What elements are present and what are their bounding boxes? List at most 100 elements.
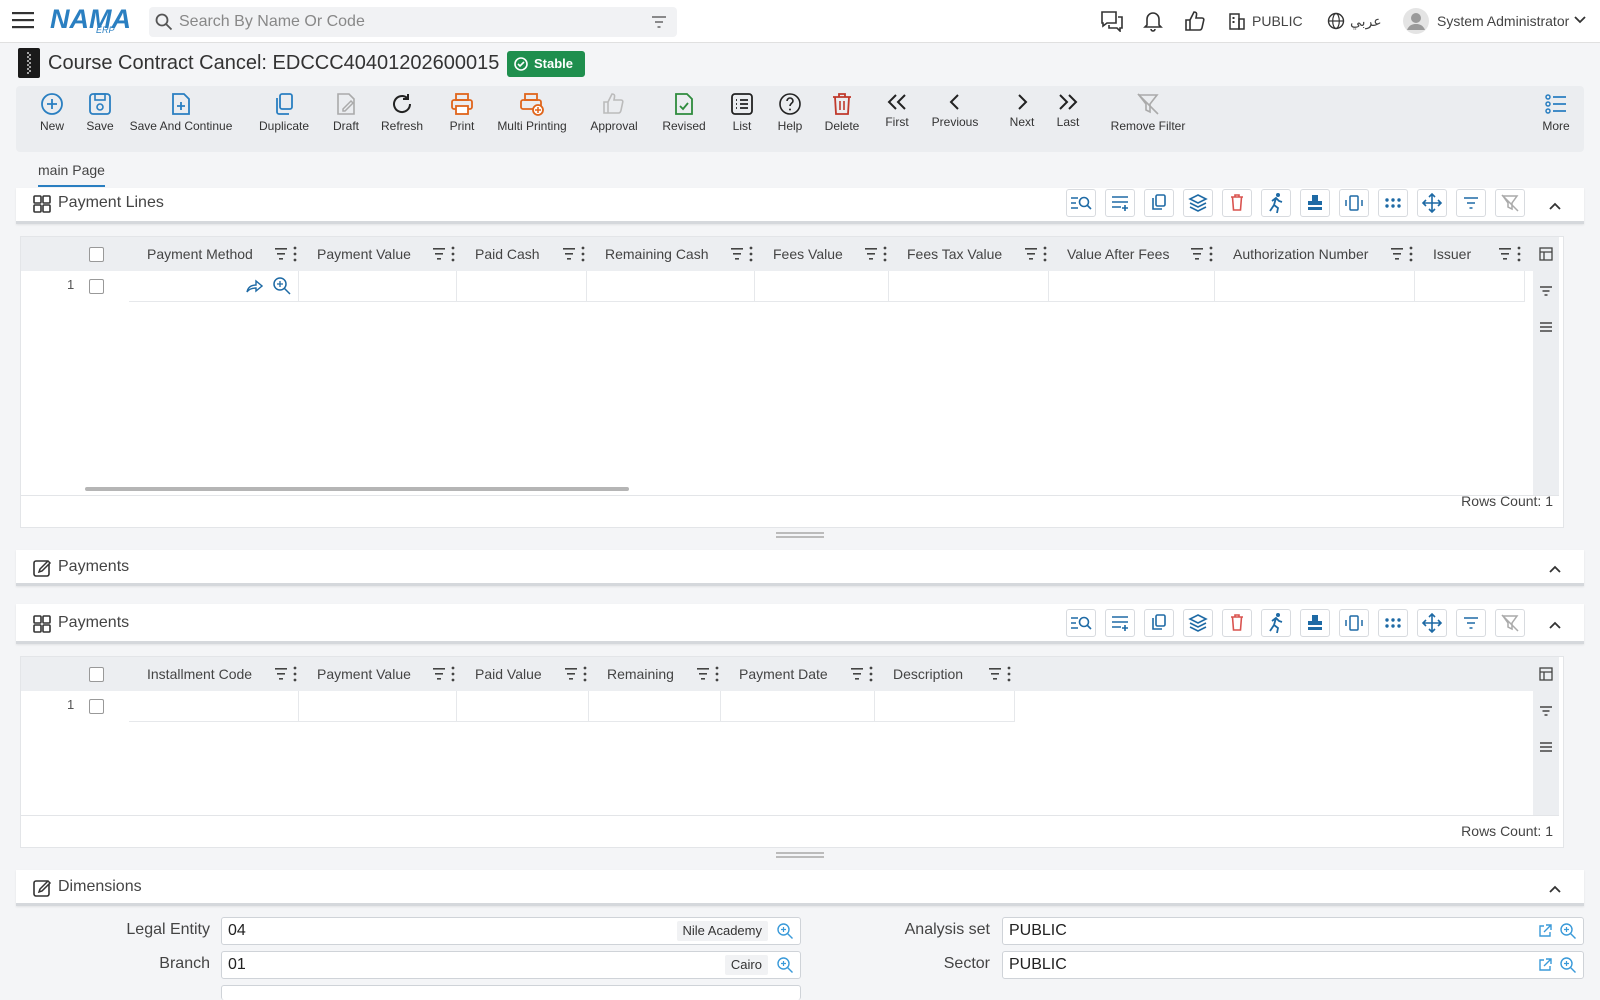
grid-cell[interactable] bbox=[889, 271, 1049, 302]
column-menu-icon[interactable] bbox=[451, 666, 455, 682]
more-button[interactable]: More bbox=[1536, 92, 1576, 133]
column-menu-icon[interactable] bbox=[1043, 246, 1047, 262]
branch-field[interactable]: 01 Cairo bbox=[221, 951, 801, 979]
grid-move-button[interactable] bbox=[1417, 609, 1447, 637]
notification-icon[interactable] bbox=[1143, 10, 1163, 32]
tab-main-page[interactable]: main Page bbox=[38, 162, 105, 187]
grid-add-row-button[interactable] bbox=[1105, 609, 1135, 637]
grid-run-button[interactable] bbox=[1261, 189, 1291, 217]
grid-layers-button[interactable] bbox=[1183, 609, 1213, 637]
grid-stamp-button[interactable] bbox=[1300, 609, 1330, 637]
menu-icon[interactable] bbox=[12, 11, 34, 29]
chevron-down-icon[interactable] bbox=[1574, 16, 1586, 24]
print-button[interactable]: Print bbox=[444, 92, 480, 133]
draft-button[interactable]: Draft bbox=[326, 92, 366, 133]
column-filter-icon[interactable] bbox=[989, 668, 1001, 680]
grid-cell[interactable] bbox=[299, 271, 457, 302]
next-field[interactable] bbox=[221, 985, 801, 1000]
grid-fit-columns-button[interactable] bbox=[1339, 189, 1369, 217]
payment-method-cell[interactable] bbox=[129, 271, 299, 302]
column-filter-icon[interactable] bbox=[275, 248, 287, 260]
menu-lines-icon[interactable] bbox=[1539, 321, 1553, 333]
filter-icon[interactable] bbox=[1539, 705, 1553, 717]
column-menu-icon[interactable] bbox=[1007, 666, 1011, 682]
external-link-icon[interactable] bbox=[1537, 957, 1553, 973]
column-menu-icon[interactable] bbox=[581, 246, 585, 262]
grid-dots-button[interactable] bbox=[1378, 609, 1408, 637]
grid-cell[interactable] bbox=[721, 691, 875, 722]
app-logo[interactable]: NAMA bbox=[50, 4, 131, 35]
column-menu-icon[interactable] bbox=[715, 666, 719, 682]
revised-button[interactable]: Revised bbox=[660, 92, 708, 133]
column-filter-icon[interactable] bbox=[731, 248, 743, 260]
user-name[interactable]: System Administrator bbox=[1437, 13, 1569, 29]
grid-delete-button[interactable] bbox=[1222, 189, 1252, 217]
share-icon[interactable] bbox=[245, 278, 263, 294]
chevron-up-icon[interactable] bbox=[1548, 618, 1562, 632]
row-checkbox[interactable] bbox=[89, 279, 104, 294]
save-and-continue-button[interactable]: Save And Continue bbox=[128, 92, 234, 133]
search-add-icon[interactable] bbox=[1559, 956, 1577, 974]
grid-cell[interactable] bbox=[755, 271, 889, 302]
legal-entity-selector[interactable]: PUBLIC bbox=[1252, 13, 1303, 29]
search-add-icon[interactable] bbox=[272, 276, 292, 296]
list-button[interactable]: List bbox=[726, 92, 758, 133]
grid-add-row-button[interactable] bbox=[1105, 189, 1135, 217]
column-filter-icon[interactable] bbox=[433, 668, 445, 680]
previous-button[interactable]: Previous bbox=[928, 92, 982, 129]
grid-filter-button[interactable] bbox=[1456, 609, 1486, 637]
column-menu-icon[interactable] bbox=[749, 246, 753, 262]
column-filter-icon[interactable] bbox=[1391, 248, 1403, 260]
grid-remove-filter-button[interactable] bbox=[1495, 189, 1525, 217]
grid-layers-button[interactable] bbox=[1183, 189, 1213, 217]
grid-cell[interactable] bbox=[457, 271, 587, 302]
resize-handle[interactable] bbox=[776, 852, 824, 858]
save-button[interactable]: Save bbox=[78, 92, 122, 133]
resize-handle[interactable] bbox=[776, 532, 824, 538]
grid-run-button[interactable] bbox=[1261, 609, 1291, 637]
legal-entity-field[interactable]: 04 Nile Academy bbox=[221, 917, 801, 945]
filter-icon[interactable] bbox=[651, 15, 667, 29]
grid-cell[interactable] bbox=[587, 271, 755, 302]
last-button[interactable]: Last bbox=[1048, 92, 1088, 129]
column-filter-icon[interactable] bbox=[697, 668, 709, 680]
grid-remove-filter-button[interactable] bbox=[1495, 609, 1525, 637]
multi-printing-button[interactable]: Multi Printing bbox=[496, 92, 568, 133]
column-filter-icon[interactable] bbox=[1191, 248, 1203, 260]
grid-cell[interactable] bbox=[457, 691, 589, 722]
remove-filter-button[interactable]: Remove Filter bbox=[1094, 92, 1202, 133]
delete-button[interactable]: Delete bbox=[822, 92, 862, 133]
grid-stamp-button[interactable] bbox=[1300, 189, 1330, 217]
columns-icon[interactable] bbox=[1539, 247, 1553, 261]
sector-field[interactable]: PUBLIC bbox=[1002, 951, 1584, 979]
column-filter-icon[interactable] bbox=[433, 248, 445, 260]
column-filter-icon[interactable] bbox=[275, 668, 287, 680]
column-filter-icon[interactable] bbox=[563, 248, 575, 260]
grid-cell[interactable] bbox=[1415, 271, 1525, 302]
analysis-set-field[interactable]: PUBLIC bbox=[1002, 917, 1584, 945]
first-button[interactable]: First bbox=[880, 92, 914, 129]
chevron-up-icon[interactable] bbox=[1548, 199, 1562, 213]
search-input[interactable]: Search By Name Or Code bbox=[149, 7, 677, 37]
chevron-up-icon[interactable] bbox=[1548, 562, 1562, 576]
column-menu-icon[interactable] bbox=[883, 246, 887, 262]
grid-search-button[interactable] bbox=[1066, 609, 1096, 637]
row-checkbox[interactable] bbox=[89, 699, 104, 714]
avatar-icon[interactable] bbox=[1402, 7, 1430, 35]
grid-cell[interactable] bbox=[299, 691, 457, 722]
grid-cell[interactable] bbox=[589, 691, 721, 722]
column-filter-icon[interactable] bbox=[851, 668, 863, 680]
horizontal-scrollbar[interactable] bbox=[85, 487, 629, 491]
grid-cell[interactable] bbox=[1215, 271, 1415, 302]
grid-cell[interactable] bbox=[875, 691, 1015, 722]
search-add-icon[interactable] bbox=[776, 922, 794, 940]
grid-cell[interactable] bbox=[129, 691, 299, 722]
chat-icon[interactable] bbox=[1100, 10, 1124, 32]
column-filter-icon[interactable] bbox=[865, 248, 877, 260]
search-add-icon[interactable] bbox=[1559, 922, 1577, 940]
column-menu-icon[interactable] bbox=[1517, 246, 1521, 262]
grid-filter-button[interactable] bbox=[1456, 189, 1486, 217]
next-button[interactable]: Next bbox=[1002, 92, 1042, 129]
chevron-up-icon[interactable] bbox=[1548, 882, 1562, 896]
column-filter-icon[interactable] bbox=[1025, 248, 1037, 260]
